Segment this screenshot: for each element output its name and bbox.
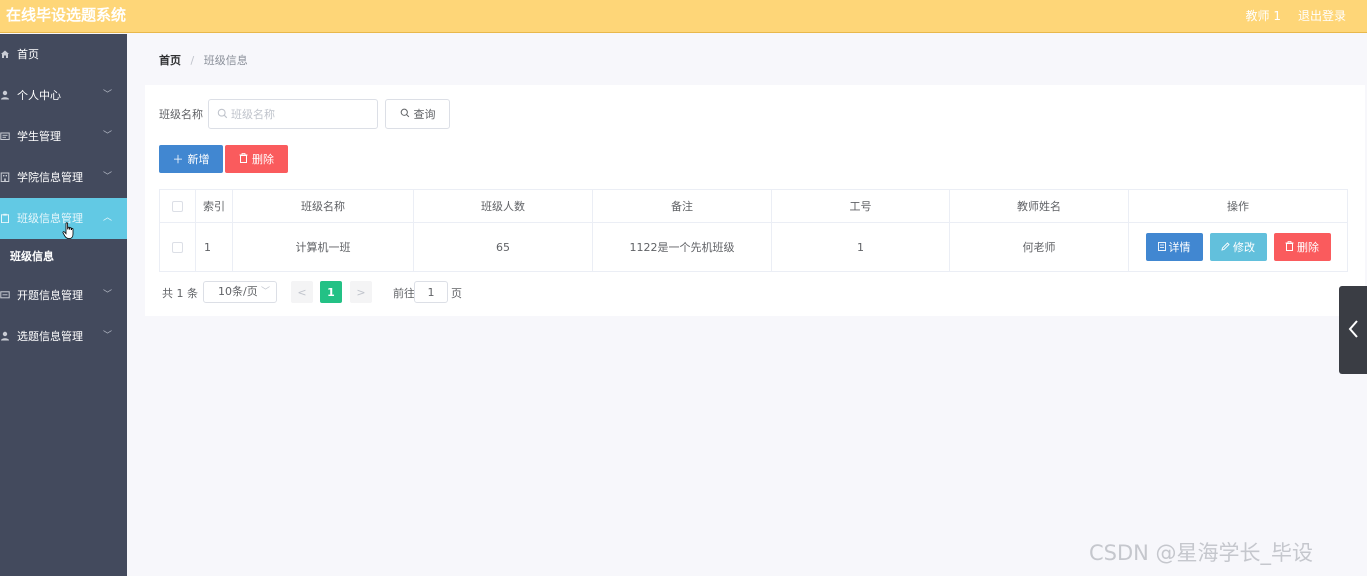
page-unit-label: 页 xyxy=(451,287,462,300)
document-icon xyxy=(1157,241,1166,254)
goto-label: 前往 xyxy=(393,287,415,300)
class-info-table: 索引 班级名称 班级人数 备注 工号 教师姓名 操作 1 计算机一班 65 11… xyxy=(159,189,1348,272)
table-header-row: 索引 班级名称 班级人数 备注 工号 教师姓名 操作 xyxy=(160,190,1347,223)
top-bar: 在线毕设选题系统 教师 1 退出登录 xyxy=(0,0,1367,33)
select-all-checkbox[interactable] xyxy=(172,200,183,212)
sidebar-item-label: 个人中心 xyxy=(17,89,61,102)
sidebar-item-label: 学生管理 xyxy=(17,130,61,143)
next-page-button[interactable]: > xyxy=(350,281,372,303)
app-title: 在线毕设选题系统 xyxy=(6,6,127,24)
header-select-all[interactable] xyxy=(160,190,196,222)
search-field[interactable] xyxy=(208,99,378,129)
pagination-total: 共 1 条 xyxy=(162,287,198,300)
edit-button[interactable]: 修改 xyxy=(1209,233,1267,261)
chevron-down-icon: ﹀ xyxy=(103,90,113,100)
page-size-select[interactable]: 10条/页 ﹀ xyxy=(203,281,277,303)
search-icon xyxy=(400,108,410,121)
cell-job-number: 1 xyxy=(772,223,950,271)
chevron-up-icon: ︿ xyxy=(103,213,113,223)
prev-page-button[interactable]: < xyxy=(291,281,313,303)
sidebar-item-student-management[interactable]: 学生管理 ﹀ xyxy=(0,116,127,157)
cell-class-name: 计算机一班 xyxy=(233,223,414,271)
user-icon xyxy=(0,90,10,100)
row-delete-button[interactable]: 删除 xyxy=(1273,233,1331,261)
chevron-down-icon: ﹀ xyxy=(103,331,113,341)
page-size-value: 10条/页 xyxy=(218,285,258,298)
sidebar-item-proposal-info[interactable]: 开题信息管理 ﹀ xyxy=(0,275,127,316)
trash-icon xyxy=(1285,240,1294,254)
home-icon xyxy=(0,49,10,59)
cell-teacher-name: 何老师 xyxy=(950,223,1129,271)
sidebar-item-label: 学院信息管理 xyxy=(17,171,83,184)
sidebar-subitem-class-info[interactable]: 班级信息 xyxy=(0,239,127,275)
chevron-down-icon: ﹀ xyxy=(103,172,113,182)
row-checkbox[interactable] xyxy=(172,241,183,253)
search-label: 班级名称 xyxy=(159,108,203,121)
sidebar-item-label: 开题信息管理 xyxy=(17,289,83,302)
add-button-label: 新增 xyxy=(187,153,210,166)
chevron-down-icon: ﹀ xyxy=(103,131,113,141)
add-button[interactable]: ＋ 新增 xyxy=(159,145,223,173)
column-header: 索引 xyxy=(196,190,233,222)
row-delete-label: 删除 xyxy=(1297,241,1319,254)
hand-cursor-icon xyxy=(62,222,76,240)
id-card-icon xyxy=(0,131,10,141)
sidebar-item-personal-center[interactable]: 个人中心 ﹀ xyxy=(0,75,127,116)
sidebar: 首页 个人中心 ﹀ 学生管理 ﹀ 学院信息管理 ﹀ 班级信息管理 ︿ 班级信息 … xyxy=(0,34,127,576)
sidebar-item-label: 选题信息管理 xyxy=(17,330,83,343)
row-select[interactable] xyxy=(160,223,196,271)
chevron-left-icon xyxy=(1347,319,1359,342)
edit-button-label: 修改 xyxy=(1233,241,1255,254)
page-number-current[interactable]: 1 xyxy=(320,281,342,303)
search-icon xyxy=(217,108,228,122)
cell-actions: 详情 修改 删除 xyxy=(1129,223,1347,271)
table-row: 1 计算机一班 65 1122是一个先机班级 1 何老师 详情 修改 删除 xyxy=(160,223,1347,271)
edit-icon xyxy=(1221,241,1230,254)
query-button[interactable]: 查询 xyxy=(385,99,450,129)
detail-button-label: 详情 xyxy=(1168,241,1191,254)
column-header: 工号 xyxy=(772,190,950,222)
batch-delete-button[interactable]: 删除 xyxy=(225,145,288,173)
chevron-down-icon: ﹀ xyxy=(103,290,113,300)
sidebar-item-label: 首页 xyxy=(17,48,39,61)
detail-button[interactable]: 详情 xyxy=(1145,233,1203,261)
side-drawer-toggle[interactable] xyxy=(1339,286,1367,374)
column-header: 班级人数 xyxy=(414,190,593,222)
query-button-label: 查询 xyxy=(413,108,436,121)
plus-icon: ＋ xyxy=(172,153,184,166)
breadcrumb-current: 班级信息 xyxy=(203,54,248,67)
goto-page-input[interactable] xyxy=(414,281,448,303)
trash-icon xyxy=(239,152,248,166)
message-icon xyxy=(0,290,10,300)
breadcrumb-home[interactable]: 首页 xyxy=(159,54,181,67)
cell-index: 1 xyxy=(196,223,233,271)
clipboard-icon xyxy=(0,213,10,223)
sidebar-item-home[interactable]: 首页 xyxy=(0,34,127,75)
column-header: 班级名称 xyxy=(233,190,414,222)
logout-link[interactable]: 退出登录 xyxy=(1298,7,1346,24)
cell-remark: 1122是一个先机班级 xyxy=(593,223,772,271)
column-header: 教师姓名 xyxy=(950,190,1129,222)
chevron-down-icon: ﹀ xyxy=(260,287,270,297)
breadcrumb-separator: / xyxy=(190,54,195,67)
search-input[interactable] xyxy=(231,100,371,128)
sidebar-item-college-info[interactable]: 学院信息管理 ﹀ xyxy=(0,157,127,198)
column-header: 操作 xyxy=(1227,200,1249,213)
breadcrumb: 首页 / 班级信息 xyxy=(159,52,248,68)
sidebar-item-topic-selection[interactable]: 选题信息管理 ﹀ xyxy=(0,316,127,357)
person-icon xyxy=(0,331,10,341)
column-header: 备注 xyxy=(593,190,772,222)
batch-delete-label: 删除 xyxy=(252,153,274,166)
cell-class-count: 65 xyxy=(414,223,593,271)
watermark: CSDN @星海学长_毕设 xyxy=(1089,541,1314,565)
building-icon xyxy=(0,172,10,182)
current-user: 教师 1 xyxy=(1245,9,1281,23)
